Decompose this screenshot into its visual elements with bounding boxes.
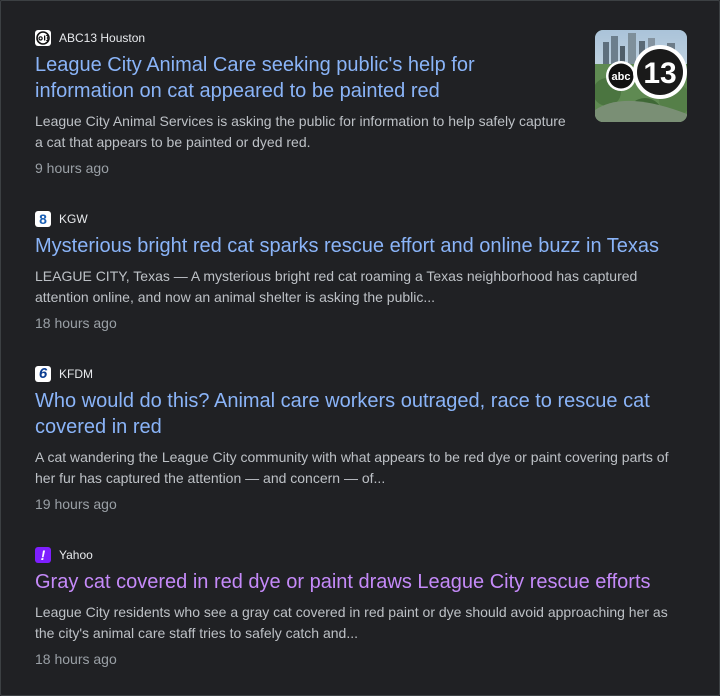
abc13-thumbnail-image: abc 13 xyxy=(595,30,687,122)
article-snippet: A cat wandering the League City communit… xyxy=(35,449,669,486)
yahoo-exclamation-logo-icon: ! xyxy=(35,547,51,563)
article-timestamp: 19 hours ago xyxy=(35,496,117,512)
article-timestamp: 18 hours ago xyxy=(35,651,117,667)
article-snippet: LEAGUE CITY, Texas — A mysterious bright… xyxy=(35,268,638,305)
article-source[interactable]: ABC13 Houston xyxy=(35,30,575,46)
article-headline-link[interactable]: Mysterious bright red cat sparks rescue … xyxy=(35,233,685,259)
article-timestamp: 9 hours ago xyxy=(35,160,109,176)
article-thumbnail[interactable]: abc 13 xyxy=(595,30,687,122)
thumbnail-logo-text: 13 xyxy=(643,57,676,90)
article-headline-link[interactable]: Gray cat covered in red dye or paint dra… xyxy=(35,569,685,595)
news-article[interactable]: 6 KFDM Who would do this? Animal care wo… xyxy=(35,366,685,514)
source-name: ABC13 Houston xyxy=(59,31,146,45)
favicon-glyph: 6 xyxy=(38,366,48,382)
news-article[interactable]: ABC13 Houston League City Animal Care se… xyxy=(35,30,575,178)
article-snippet: League City Animal Services is asking th… xyxy=(35,113,566,150)
kgw-8-logo-icon: 8 xyxy=(35,211,51,227)
article-source[interactable]: 8 KGW xyxy=(35,211,685,227)
svg-text:abc: abc xyxy=(612,71,631,83)
article-source[interactable]: 6 KFDM xyxy=(35,366,685,382)
source-name: KGW xyxy=(59,212,88,226)
kfdm-6-logo-icon: 6 xyxy=(35,366,51,382)
article-snippet: League City residents who see a gray cat… xyxy=(35,604,668,641)
article-headline-link[interactable]: League City Animal Care seeking public's… xyxy=(35,52,575,104)
article-headline-link[interactable]: Who would do this? Animal care workers o… xyxy=(35,388,685,440)
news-article[interactable]: 8 KGW Mysterious bright red cat sparks r… xyxy=(35,211,685,333)
article-source[interactable]: ! Yahoo xyxy=(35,547,685,563)
favicon-glyph: ! xyxy=(40,547,46,563)
abc13-logo-icon xyxy=(35,30,51,46)
favicon-glyph: 8 xyxy=(39,211,47,227)
article-timestamp: 18 hours ago xyxy=(35,315,117,331)
news-article[interactable]: ! Yahoo Gray cat covered in red dye or p… xyxy=(35,547,685,669)
source-name: Yahoo xyxy=(59,548,93,562)
source-name: KFDM xyxy=(59,367,93,381)
